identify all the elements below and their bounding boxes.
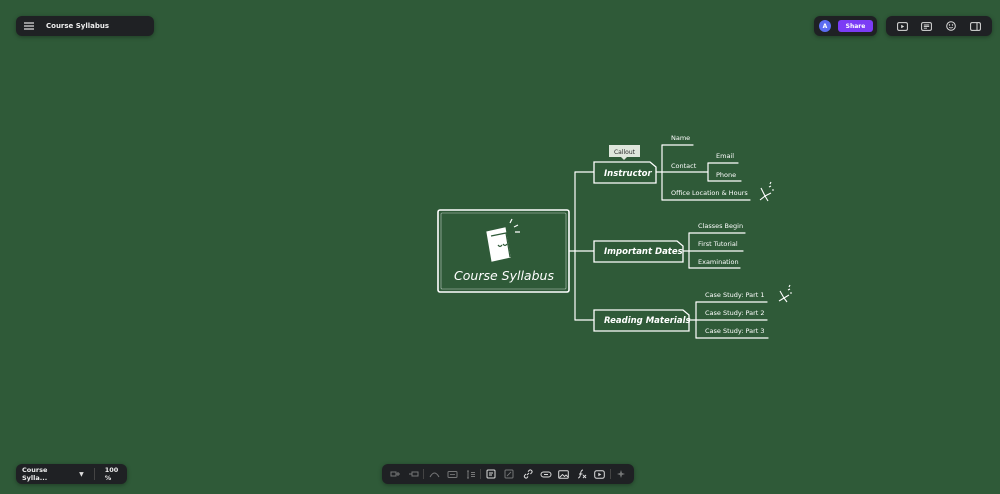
subtopic-name[interactable]: Name [671, 134, 690, 142]
collaboration-panel: A Share [814, 16, 877, 36]
subtopic-case-study-2[interactable]: Case Study: Part 2 [705, 309, 765, 317]
topic-reading-materials[interactable]: Reading Materials [593, 309, 691, 332]
audio-icon [594, 469, 606, 479]
sparkle-ai-icon [616, 470, 625, 478]
note-icon [486, 469, 496, 479]
topic-materials-label: Reading Materials [604, 316, 691, 326]
menu-button[interactable] [18, 16, 40, 36]
topic-important-dates[interactable]: Important Dates [593, 240, 684, 263]
mindmap-canvas[interactable]: Course Syllabus Instructor Callout Name … [0, 0, 1000, 494]
subtopic-examination[interactable]: Examination [698, 258, 739, 266]
subtopic-icon [408, 471, 419, 476]
divider [480, 469, 482, 479]
image-icon [558, 469, 570, 479]
link-icon [523, 469, 533, 479]
boundary-icon [466, 470, 475, 478]
relationship-button[interactable] [425, 466, 443, 482]
divider [609, 469, 611, 479]
sparkle-icon [778, 284, 792, 303]
sheet-name: Course Sylla... [22, 466, 48, 482]
add-subtopic-button[interactable] [404, 466, 422, 482]
share-button[interactable]: Share [838, 20, 873, 32]
equation-button[interactable] [573, 466, 591, 482]
subtopic-case-study-1[interactable]: Case Study: Part 1 [705, 291, 765, 299]
subtopic-email[interactable]: Email [716, 152, 734, 160]
label-button[interactable] [500, 466, 518, 482]
divider [93, 468, 95, 480]
sheet-selector[interactable]: Course Sylla... ▼ [22, 466, 84, 482]
callout[interactable]: Callout [609, 145, 640, 160]
divider [423, 469, 425, 479]
audio-note-button[interactable] [591, 466, 609, 482]
present-icon [896, 21, 908, 31]
label-icon [504, 469, 514, 479]
add-topic-button[interactable] [386, 466, 404, 482]
callout-label: Callout [614, 149, 636, 156]
insert-toolbar [382, 464, 634, 484]
hyperlink-button[interactable] [519, 466, 537, 482]
document-title[interactable]: Course Syllabus [46, 22, 109, 30]
side-panel-button[interactable] [969, 19, 983, 33]
summary-icon [447, 470, 458, 478]
subtopic-office[interactable]: Office Location & Hours [671, 189, 748, 197]
theme-icon [946, 21, 957, 31]
central-topic-label: Course Syllabus [454, 268, 554, 283]
topic-instructor[interactable]: Instructor [593, 161, 657, 184]
subtopic-phone[interactable]: Phone [716, 171, 736, 179]
topic-icon [390, 471, 400, 476]
topic-link-icon [540, 471, 552, 477]
view-tools-panel [886, 16, 992, 36]
subtopic-first-tutorial[interactable]: First Tutorial [698, 240, 738, 248]
ai-assist-button[interactable] [612, 466, 630, 482]
relationship-icon [429, 472, 440, 477]
subtopic-case-study-3[interactable]: Case Study: Part 3 [705, 327, 765, 335]
subtopic-contact[interactable]: Contact [671, 162, 697, 170]
subtopic-classes-begin[interactable]: Classes Begin [698, 222, 743, 230]
outline-button[interactable] [920, 19, 934, 33]
sparkle-icon [759, 181, 774, 202]
theme-button[interactable] [944, 19, 958, 33]
hamburger-menu-icon [24, 22, 34, 30]
title-bar: Course Syllabus [16, 16, 154, 36]
central-topic[interactable]: Course Syllabus [437, 209, 570, 293]
side-panel-icon [970, 21, 982, 31]
chevron-down-icon: ▼ [79, 470, 84, 478]
sheet-status-panel: Course Sylla... ▼ 100 % [16, 464, 127, 484]
topic-instructor-label: Instructor [604, 169, 653, 179]
summary-button[interactable] [443, 466, 461, 482]
topic-dates-label: Important Dates [604, 247, 683, 257]
topic-link-button[interactable] [537, 466, 555, 482]
zoom-level[interactable]: 100 % [105, 466, 127, 482]
document-sketch-icon [486, 218, 520, 262]
boundary-button[interactable] [461, 466, 479, 482]
equation-icon [578, 469, 587, 479]
outline-icon [921, 21, 933, 31]
note-button[interactable] [482, 466, 500, 482]
image-button[interactable] [555, 466, 573, 482]
present-button[interactable] [895, 19, 909, 33]
avatar[interactable]: A [819, 20, 831, 32]
